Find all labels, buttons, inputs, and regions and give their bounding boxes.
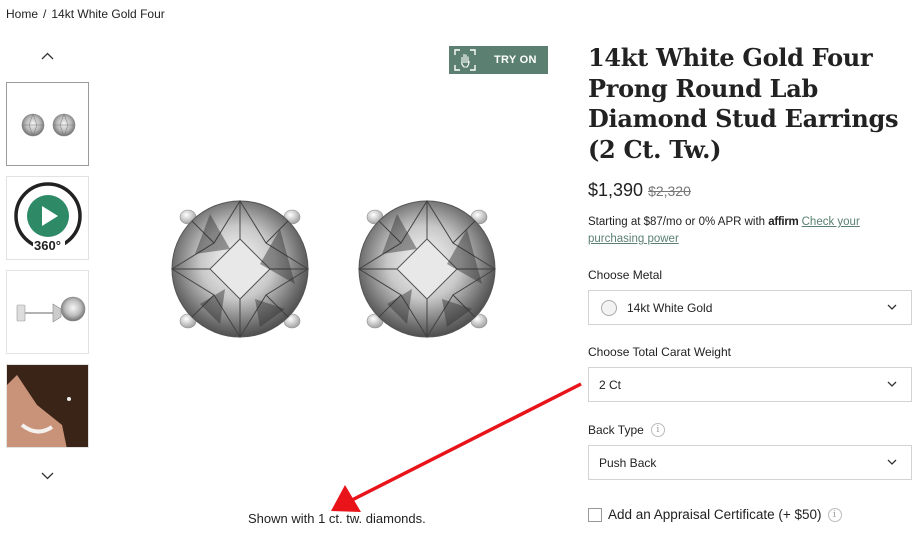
back-type-select[interactable]: Push Back bbox=[588, 445, 912, 480]
carat-label-text: Choose Total Carat Weight bbox=[588, 345, 731, 359]
price-block: $1,390 $2,320 bbox=[588, 180, 691, 201]
carat-select-value: 2 Ct bbox=[599, 377, 622, 392]
carat-select[interactable]: 2 Ct bbox=[588, 367, 912, 402]
sale-price: $1,390 bbox=[588, 180, 644, 200]
info-icon[interactable]: i bbox=[650, 423, 665, 437]
breadcrumb-separator: / bbox=[43, 7, 47, 21]
main-product-image[interactable] bbox=[160, 190, 500, 350]
chevron-down-icon bbox=[887, 304, 897, 310]
financing-text: Starting at $87/mo or 0% APR with bbox=[588, 216, 766, 228]
thumbnail-360-view[interactable]: 360° bbox=[6, 176, 89, 260]
back-type-label: Back Type i bbox=[588, 423, 665, 437]
metal-select[interactable]: 14kt White Gold bbox=[588, 290, 912, 325]
metal-select-value: 14kt White Gold bbox=[627, 300, 713, 315]
affirm-logo: affirm bbox=[768, 216, 799, 228]
diamond-earrings-image bbox=[171, 200, 496, 338]
chevron-down-icon bbox=[41, 472, 53, 480]
earring-pair-image bbox=[21, 113, 76, 137]
breadcrumb-home-link[interactable]: Home bbox=[6, 7, 38, 21]
earring-side-image bbox=[16, 296, 86, 323]
thumbnail-model-wearing[interactable] bbox=[6, 364, 89, 448]
chevron-down-icon bbox=[887, 459, 897, 465]
gallery-up-button[interactable] bbox=[38, 49, 56, 63]
appraisal-checkbox[interactable] bbox=[588, 507, 602, 522]
model-photo-image bbox=[7, 365, 88, 447]
chevron-down-icon bbox=[887, 381, 897, 387]
original-price: $2,320 bbox=[648, 183, 691, 199]
info-icon[interactable]: i bbox=[827, 507, 842, 522]
metal-label-text: Choose Metal bbox=[588, 268, 663, 282]
left-earring bbox=[171, 200, 309, 338]
back-type-select-value: Push Back bbox=[599, 455, 657, 470]
chevron-up-icon bbox=[41, 52, 53, 60]
breadcrumb: Home / 14kt White Gold Four bbox=[6, 7, 165, 21]
carat-label: Choose Total Carat Weight bbox=[588, 345, 731, 359]
thumbnail-earrings-front[interactable] bbox=[6, 82, 89, 166]
breadcrumb-current: 14kt White Gold Four bbox=[51, 7, 165, 21]
thumb-360-label: 360° bbox=[34, 238, 61, 253]
hand-scan-icon bbox=[451, 46, 479, 74]
product-title: 14kt White Gold Four Prong Round Lab Dia… bbox=[588, 43, 899, 164]
try-on-label: TRY ON bbox=[494, 54, 537, 66]
appraisal-option: Add an Appraisal Certificate (+ $50) i bbox=[588, 507, 842, 522]
metal-swatch-icon bbox=[601, 299, 617, 316]
try-on-button[interactable]: TRY ON bbox=[449, 46, 548, 74]
image-caption: Shown with 1 ct. tw. diamonds. bbox=[248, 511, 426, 526]
right-earring bbox=[358, 200, 496, 338]
appraisal-label[interactable]: Add an Appraisal Certificate (+ $50) bbox=[608, 507, 822, 522]
metal-label: Choose Metal bbox=[588, 268, 662, 282]
financing-message: Starting at $87/mo or 0% APR with affirm… bbox=[588, 214, 914, 248]
back-type-label-text: Back Type bbox=[588, 423, 644, 437]
thumbnail-earring-side[interactable] bbox=[6, 270, 89, 354]
gallery-down-button[interactable] bbox=[38, 469, 56, 483]
